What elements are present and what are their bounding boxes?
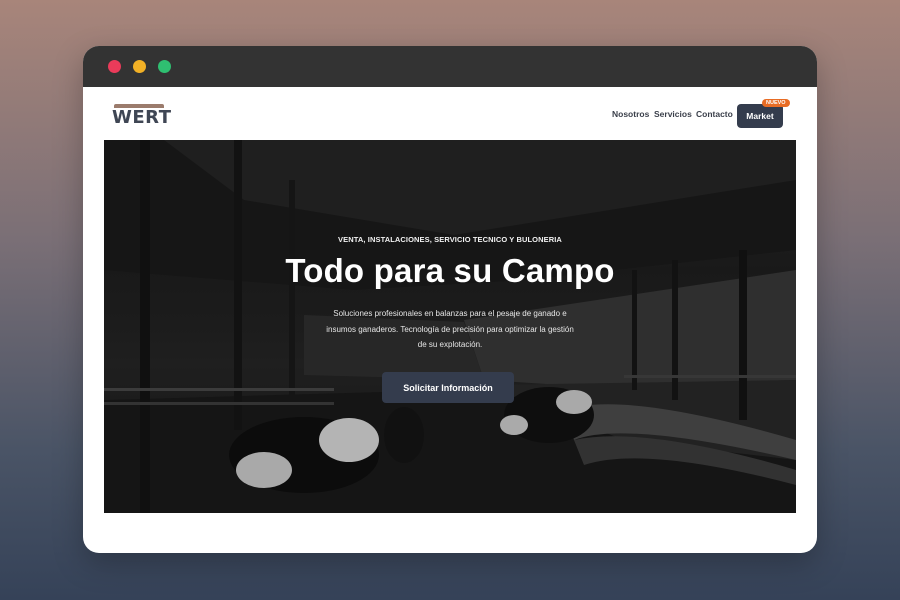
nav-link-contacto[interactable]: Contacto: [696, 109, 733, 119]
window-titlebar: [83, 46, 817, 87]
maximize-dot-icon[interactable]: [158, 60, 171, 73]
wert-logo[interactable]: WERT: [112, 104, 171, 128]
request-info-button-label: Solicitar Información: [403, 382, 493, 393]
site-navbar: WERT Nosotros Servicios Contacto Market …: [83, 87, 817, 140]
hero-section: VENTA, INSTALACIONES, SERVICIO TECNICO Y…: [104, 140, 796, 513]
request-info-button[interactable]: Solicitar Información: [382, 372, 514, 403]
nav-link-servicios[interactable]: Servicios: [654, 109, 692, 119]
hero-title: Todo para su Campo: [285, 252, 615, 289]
logo-text: WERT: [112, 107, 172, 128]
market-button[interactable]: Market: [737, 104, 783, 128]
nav-link-nosotros[interactable]: Nosotros: [612, 109, 649, 119]
close-dot-icon[interactable]: [108, 60, 121, 73]
browser-window: WERT Nosotros Servicios Contacto Market …: [83, 46, 817, 553]
hero-description: Soluciones profesionales en balanzas par…: [326, 309, 574, 349]
market-button-label: Market: [746, 111, 774, 121]
new-badge: NUEVO: [762, 99, 790, 107]
minimize-dot-icon[interactable]: [133, 60, 146, 73]
hero-kicker: VENTA, INSTALACIONES, SERVICIO TECNICO Y…: [338, 235, 562, 244]
